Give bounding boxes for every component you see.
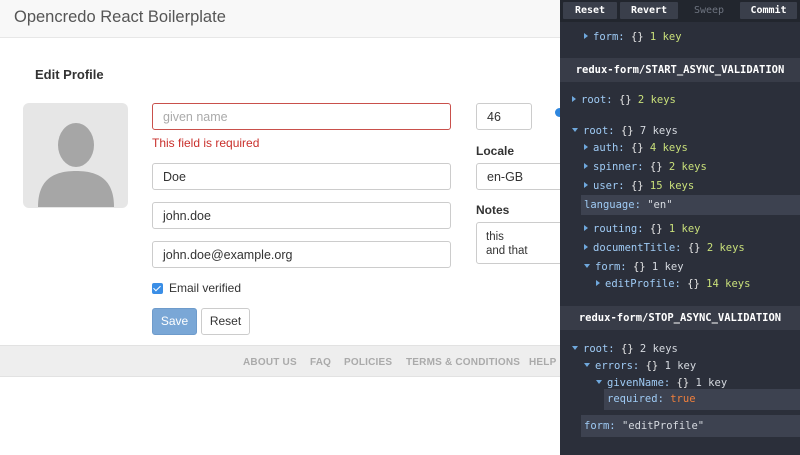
footer-link-help[interactable]: HELP [529, 357, 556, 368]
user-silhouette-icon [38, 123, 114, 207]
collapse-arrow-icon [596, 380, 602, 384]
email-input[interactable]: john.doe@example.org [152, 241, 451, 268]
tree-node-routing[interactable]: routing: {} 1 key [584, 222, 701, 236]
notes-label: Notes [476, 203, 510, 217]
action-start-async-validation[interactable]: redux-form/START_ASYNC_VALIDATION [560, 58, 800, 82]
tree-node-root-collapsed[interactable]: root: {} 2 keys [572, 93, 676, 107]
email-verified-label[interactable]: Email verified [169, 281, 241, 295]
tree-node-user[interactable]: user: {} 15 keys [584, 179, 694, 193]
age-input[interactable]: 46 [476, 103, 532, 130]
page-title: Edit Profile [35, 67, 104, 82]
tree-node-stop-form[interactable]: form: "editProfile" [584, 419, 704, 433]
given-name-input[interactable]: given name [152, 103, 451, 130]
devtools-reset-button[interactable]: Reset [563, 2, 617, 19]
notes-line-1: this [486, 231, 504, 243]
footer-link-faq[interactable]: FAQ [310, 357, 331, 368]
tree-node-root-expanded[interactable]: root: {} 7 keys [572, 124, 678, 138]
notes-line-2: and that [486, 245, 528, 257]
footer-link-terms[interactable]: TERMS & CONDITIONS [406, 357, 520, 368]
brand-title[interactable]: Opencredo React Boilerplate [14, 8, 226, 27]
given-name-error: This field is required [152, 136, 260, 150]
email-verified-checkbox[interactable] [152, 282, 163, 294]
devtools-toolbar: Reset Revert Sweep Commit [560, 0, 800, 22]
expand-arrow-icon [572, 96, 576, 102]
reset-button[interactable]: Reset [201, 308, 250, 335]
username-input[interactable]: john.doe [152, 202, 451, 229]
tree-node-form-expanded[interactable]: form: {} 1 key [584, 260, 684, 274]
tree-node-required[interactable]: required: true [607, 392, 696, 406]
expand-arrow-icon [584, 225, 588, 231]
expand-arrow-icon [584, 163, 588, 169]
expand-arrow-icon [584, 244, 588, 250]
tree-node-errors[interactable]: errors: {} 1 key [584, 359, 696, 373]
tree-node-edit-profile[interactable]: editProfile: {} 14 keys [596, 277, 750, 291]
save-button[interactable]: Save [152, 308, 197, 335]
expand-arrow-icon [596, 280, 600, 286]
devtools-commit-button[interactable]: Commit [740, 2, 797, 19]
tree-node-document-title[interactable]: documentTitle: {} 2 keys [584, 241, 745, 255]
tree-node-form[interactable]: form: {} 1 key [584, 30, 682, 44]
collapse-arrow-icon [572, 346, 578, 350]
action-stop-async-validation[interactable]: redux-form/STOP_ASYNC_VALIDATION [560, 306, 800, 330]
tree-node-stop-root[interactable]: root: {} 2 keys [572, 342, 678, 356]
expand-arrow-icon [584, 33, 588, 39]
family-name-input[interactable]: Doe [152, 163, 451, 190]
email-verified-row: Email verified [152, 281, 241, 295]
devtools-revert-button[interactable]: Revert [620, 2, 678, 19]
locale-label: Locale [476, 144, 515, 158]
collapse-arrow-icon [584, 264, 590, 268]
footer-link-policies[interactable]: POLICIES [344, 357, 392, 368]
tree-node-given-name[interactable]: givenName: {} 1 key [596, 376, 727, 390]
tree-node-auth[interactable]: auth: {} 4 keys [584, 141, 688, 155]
redux-devtools-panel: Reset Revert Sweep Commit form: {} 1 key… [560, 0, 800, 455]
avatar [23, 103, 128, 208]
tree-node-language[interactable]: language: "en" [584, 198, 673, 212]
tree-node-spinner[interactable]: spinner: {} 2 keys [584, 160, 707, 174]
devtools-sweep-button[interactable]: Sweep [681, 2, 737, 19]
collapse-arrow-icon [584, 363, 590, 367]
collapse-arrow-icon [572, 128, 578, 132]
given-name-placeholder: given name [163, 110, 228, 124]
footer-link-about-us[interactable]: ABOUT US [243, 357, 297, 368]
expand-arrow-icon [584, 144, 588, 150]
expand-arrow-icon [584, 182, 588, 188]
